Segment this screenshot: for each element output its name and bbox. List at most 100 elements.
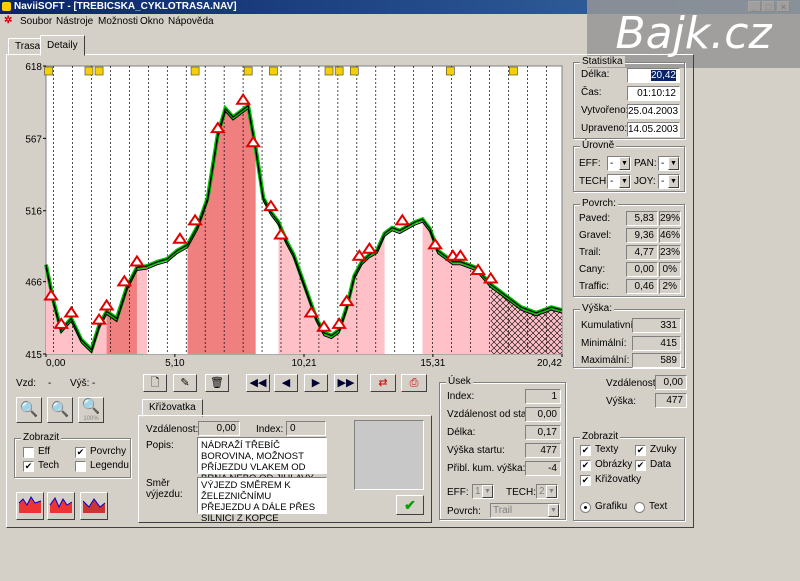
usek-eff-label: EFF: bbox=[447, 487, 469, 498]
minimalni-label: Minimální: bbox=[581, 338, 627, 349]
page-edit-icon: ✎ bbox=[180, 377, 190, 389]
checkbox-zobrazit-4[interactable]: ✔ bbox=[580, 475, 591, 486]
povrch-row-km: 0,00 bbox=[626, 262, 658, 277]
y-tick-label: 567 bbox=[25, 134, 42, 145]
checkbox-label: Obrázky bbox=[595, 459, 633, 470]
waypoint-info-icon[interactable] bbox=[94, 66, 104, 76]
povrch-row-label: Trail: bbox=[579, 247, 601, 258]
menu-nastroje[interactable]: Nástroje bbox=[56, 16, 93, 27]
usek-tech-label: TECH: bbox=[506, 487, 536, 498]
checkbox-legendu[interactable] bbox=[75, 461, 86, 472]
vzdalenost-value: 0,00 bbox=[655, 375, 687, 390]
maximalni-value: 589 bbox=[632, 353, 681, 368]
urovne-label: Úrovně bbox=[580, 140, 617, 151]
edit-button[interactable]: ✎ bbox=[173, 374, 197, 392]
waypoint-info-icon[interactable] bbox=[84, 66, 94, 76]
waypoint-info-icon[interactable] bbox=[509, 66, 518, 76]
smer-textarea[interactable]: VÝJEZD SMĚREM K ŽELEZNIČNÍMU PŘEJEZDU A … bbox=[197, 477, 327, 524]
delete-button[interactable]: 🗑 bbox=[205, 374, 229, 392]
waypoint-info-icon[interactable] bbox=[324, 66, 334, 76]
waypoint-info-icon[interactable] bbox=[446, 66, 455, 76]
statistika-group: Statistika Délka: 20,42 Čas: 01:10:12 Vy… bbox=[573, 56, 685, 139]
zoom-in-button[interactable]: 🔍 bbox=[16, 397, 42, 423]
menu-okno[interactable]: Okno bbox=[140, 16, 164, 27]
povrch-row-label: Cany: bbox=[579, 264, 606, 275]
x-tick-label: 20,42 bbox=[537, 358, 562, 369]
pan-level-label: PAN: bbox=[634, 158, 657, 169]
povrch-group: Povrch: Paved: 5,83 29% Gravel: 9,36 46% Trail… bbox=[573, 198, 685, 297]
vyska-cursor-value: 477 bbox=[655, 393, 687, 408]
vzdalenost-label: Vzdálenost: bbox=[606, 378, 659, 389]
zoom-100-button[interactable]: 🔍 100% bbox=[78, 397, 104, 423]
waypoint-info-icon[interactable] bbox=[349, 66, 359, 76]
waypoint-info-icon[interactable] bbox=[190, 66, 200, 76]
elevation-chart[interactable]: 618 567 516 466 415 0,00 5,10 10,21 15,31 20,42 bbox=[14, 60, 568, 370]
usek-eff-select[interactable]: 1 ▼ bbox=[472, 484, 494, 499]
profile-graph-icon bbox=[82, 498, 106, 513]
minimalni-value: 415 bbox=[632, 336, 681, 351]
waypoint-info-icon[interactable] bbox=[44, 66, 53, 76]
delka-value: 20,42 bbox=[627, 68, 680, 83]
next-button[interactable]: ▶ bbox=[304, 374, 328, 392]
tech-level-select[interactable]: - ▼ bbox=[607, 174, 631, 189]
usek-povrch-select[interactable]: Trail ▼ bbox=[490, 503, 560, 518]
waypoint-info-icon[interactable] bbox=[269, 66, 278, 76]
cursor-vys-label: Výš: bbox=[70, 378, 90, 389]
usek-tech-select[interactable]: 2 ▼ bbox=[536, 484, 558, 499]
usek-row-value: 0,00 bbox=[525, 407, 561, 422]
graph-mode-3-button[interactable] bbox=[80, 492, 108, 520]
menu-soubor[interactable]: Soubor bbox=[20, 16, 52, 27]
povrch-row-km: 5,83 bbox=[626, 211, 658, 226]
first-button[interactable]: ◀◀ bbox=[246, 374, 270, 392]
print-button[interactable]: ⎙ bbox=[401, 374, 427, 392]
radio-label: Grafiku bbox=[595, 501, 628, 512]
x-tick-label: 10,21 bbox=[291, 358, 316, 369]
usek-group: Úsek Index: 1 Vzdálenost od startu: 0,00 Dél… bbox=[439, 376, 566, 520]
graph-mode-1-button[interactable] bbox=[16, 492, 44, 520]
pan-level-select[interactable]: - ▼ bbox=[658, 156, 680, 171]
y-tick-label: 415 bbox=[25, 350, 42, 361]
checkbox-tech[interactable]: ✔ bbox=[23, 461, 34, 472]
tab-detaily[interactable]: Detaily bbox=[40, 35, 85, 56]
povrch-label: Povrch: bbox=[580, 198, 618, 209]
povrch-row-label: Traffic: bbox=[579, 281, 610, 292]
checkbox-eff[interactable] bbox=[23, 447, 34, 458]
mdi-child-icon: ✲ bbox=[4, 15, 13, 26]
navigate-button[interactable]: ⇄ bbox=[370, 374, 396, 392]
kumulativni-value: 331 bbox=[632, 318, 681, 333]
menu-napoveda[interactable]: Nápověda bbox=[168, 16, 214, 27]
checkbox-label: Zvuky bbox=[650, 444, 677, 455]
checkmark-icon: ✔ bbox=[404, 497, 416, 513]
checkbox-label: Texty bbox=[595, 444, 619, 455]
zoom-out-button[interactable]: 🔍 bbox=[47, 397, 73, 423]
menu-moznosti[interactable]: Možnosti bbox=[98, 16, 138, 27]
new-button[interactable]: 🗋 bbox=[143, 374, 167, 392]
checkbox-zobrazit-0[interactable]: ✔ bbox=[580, 445, 591, 456]
prev-button[interactable]: ◀ bbox=[274, 374, 298, 392]
checkbox-zobrazit-1[interactable]: ✔ bbox=[635, 445, 646, 456]
eff-level-select[interactable]: - ▼ bbox=[607, 156, 631, 171]
joy-level-select[interactable]: - ▼ bbox=[658, 174, 680, 189]
y-tick-label: 516 bbox=[25, 207, 42, 218]
popis-textarea[interactable]: NÁDRAŽÍ TŘEBÍČ BOROVINA, MOŽNOST PŘÍJEZD… bbox=[197, 437, 327, 484]
waypoint-info-icon[interactable] bbox=[243, 66, 253, 76]
povrch-row-pct: 2% bbox=[659, 279, 681, 294]
checkbox-povrchy[interactable]: ✔ bbox=[75, 447, 86, 458]
zobrazit-right-label: Zobrazit bbox=[580, 431, 621, 442]
radio-text[interactable] bbox=[634, 502, 645, 513]
vyska-group: Výška: Kumulativní: 331 Minimální: 415 M… bbox=[573, 303, 685, 368]
radio-grafiku[interactable] bbox=[580, 502, 591, 513]
checkbox-zobrazit-3[interactable]: ✔ bbox=[635, 460, 646, 471]
confirm-button[interactable]: ✔ bbox=[396, 495, 424, 515]
magnifier-plus-icon: 🔍 bbox=[19, 401, 39, 418]
povrch-row-label: Gravel: bbox=[579, 230, 612, 241]
povrch-row-km: 4,77 bbox=[626, 245, 658, 260]
last-button[interactable]: ▶▶ bbox=[334, 374, 358, 392]
right-icon: ▶ bbox=[311, 377, 321, 389]
kriz-index-value: 0 bbox=[286, 421, 326, 436]
graph-mode-2-button[interactable] bbox=[47, 492, 75, 520]
checkbox-zobrazit-2[interactable]: ✔ bbox=[580, 460, 591, 471]
urovne-group: Úrovně EFF: - ▼ PAN: - ▼ TECH: - ▼ JOY: - ▼ bbox=[573, 140, 685, 192]
x-tick-label: 0,00 bbox=[46, 358, 66, 369]
waypoint-info-icon[interactable] bbox=[334, 66, 344, 76]
